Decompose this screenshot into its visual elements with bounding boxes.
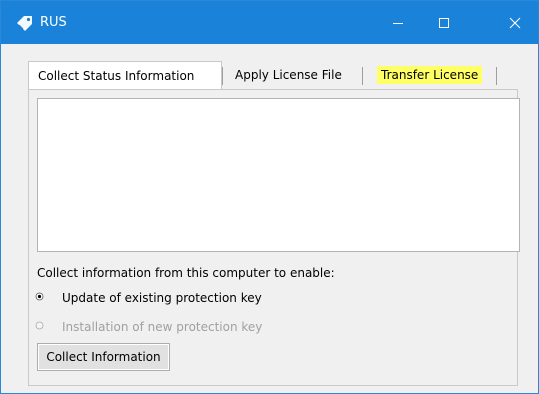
close-icon bbox=[509, 17, 521, 29]
minimize-icon bbox=[392, 17, 404, 29]
close-button[interactable] bbox=[492, 1, 538, 44]
maximize-button[interactable] bbox=[421, 1, 467, 44]
radio-button-icon[interactable] bbox=[35, 290, 44, 300]
window-client-area: Collect Status Information Apply License… bbox=[1, 44, 538, 393]
radio-install-new-key[interactable]: Installation of new protection key bbox=[35, 318, 262, 336]
tab-separator bbox=[496, 67, 497, 85]
window-title: RUS bbox=[40, 15, 67, 30]
tab-panel-collect-status: Collect information from this computer t… bbox=[28, 89, 520, 386]
title-bar[interactable]: RUS bbox=[1, 1, 538, 44]
radio-update-existing-key[interactable]: Update of existing protection key bbox=[35, 289, 262, 307]
radio-label: Update of existing protection key bbox=[62, 291, 262, 305]
tab-label: Apply License File bbox=[235, 68, 342, 82]
tab-apply-license-file[interactable]: Apply License File bbox=[226, 62, 357, 89]
tab-separator bbox=[362, 67, 363, 85]
tab-collect-status-information[interactable]: Collect Status Information bbox=[28, 61, 222, 90]
app-window: RUS Collect Status Information Apply Lic… bbox=[0, 0, 539, 394]
tab-transfer-license[interactable]: Transfer License bbox=[368, 62, 488, 89]
tag-key-icon bbox=[15, 14, 35, 32]
radio-button-icon[interactable] bbox=[35, 319, 44, 329]
maximize-icon bbox=[438, 17, 450, 29]
minimize-button[interactable] bbox=[375, 1, 421, 44]
tab-label: Collect Status Information bbox=[38, 69, 195, 83]
status-info-textbox[interactable] bbox=[37, 98, 520, 252]
tab-label: Transfer License bbox=[377, 66, 483, 84]
tab-separator bbox=[222, 67, 223, 85]
radio-label: Installation of new protection key bbox=[62, 320, 263, 334]
collect-information-button[interactable]: Collect Information bbox=[37, 343, 170, 371]
instruction-label: Collect information from this computer t… bbox=[37, 266, 335, 280]
